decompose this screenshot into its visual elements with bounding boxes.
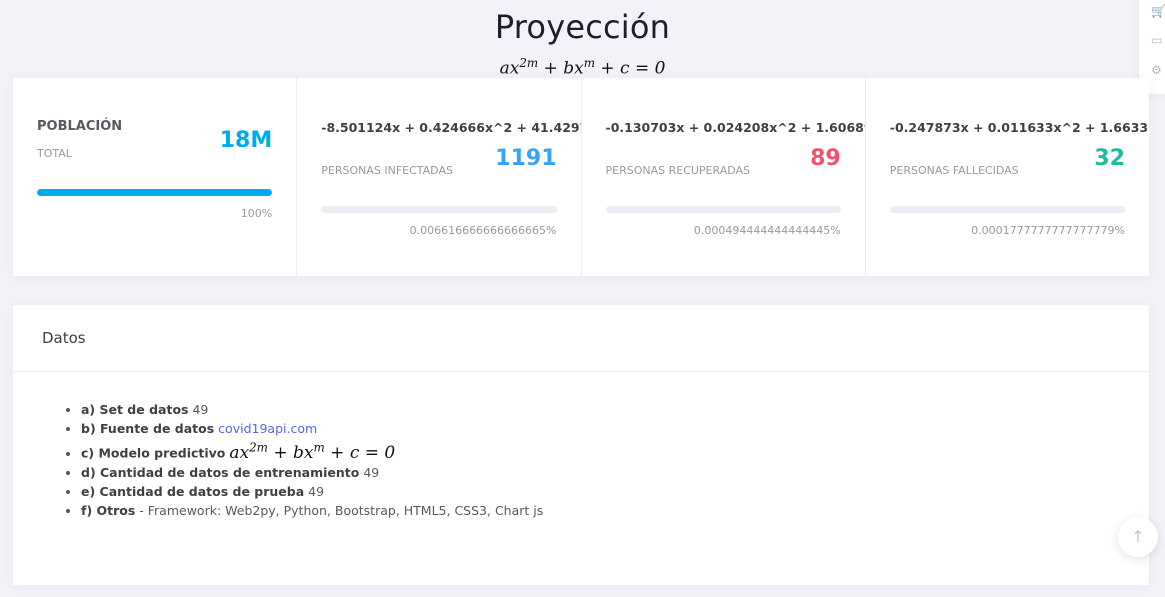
stat-title: POBLACIÓN: [37, 119, 123, 134]
datos-list: a) Set de datos 49 b) Fuente de datos co…: [13, 372, 1149, 520]
item-label: a) Set de datos: [81, 402, 189, 417]
progress-percent: 0.000494444444444445%: [693, 224, 841, 237]
scroll-top-button[interactable]: ↑: [1118, 517, 1158, 557]
stat-deceased: -0.247873x + 0.011633x^2 + 1.663377 PERS…: [866, 78, 1149, 276]
item-value: 49: [359, 464, 380, 480]
datos-card: Datos a) Set de datos 49 b) Fuente de da…: [13, 305, 1149, 585]
stat-infected: -8.501124x + 0.424666x^2 + 41.429778 PER…: [297, 78, 582, 276]
list-item: e) Cantidad de datos de prueba 49: [81, 482, 1149, 501]
model-formula: ax2m + bxm + c = 0: [229, 440, 396, 463]
item-value: 49: [304, 483, 325, 499]
stat-value: 18M: [219, 128, 273, 153]
progress-fill: [37, 189, 273, 196]
page-formula: ax2m + bxm + c = 0: [499, 56, 666, 79]
stat-subtitle: PERSONAS INFECTADAS: [321, 164, 453, 177]
stat-subtitle: TOTAL: [37, 147, 72, 160]
item-value: 49: [188, 402, 209, 417]
progress-bar: [37, 189, 273, 196]
progress-percent: 0.006616666666666665%: [409, 224, 557, 237]
page-title: Proyección: [494, 8, 671, 46]
progress-percent: 100%: [240, 207, 273, 220]
progress-percent: 0.0001777777777777779%: [971, 224, 1125, 237]
list-item: a) Set de datos 49: [81, 400, 1149, 419]
progress-bar: [321, 206, 557, 213]
arrow-up-icon: ↑: [1131, 527, 1145, 546]
stats-card: POBLACIÓN TOTAL 18M 100% -8.501124x + 0.…: [13, 78, 1149, 276]
item-label: d) Cantidad de datos de entrenamiento: [81, 464, 360, 480]
stat-recovered: -0.130703x + 0.024208x^2 + 1.606891 PERS…: [582, 78, 866, 276]
stat-equation: -0.247873x + 0.011633x^2 + 1.663377: [889, 120, 1149, 135]
list-item: c) Modelo predictivo ax2m + bxm + c = 0: [81, 438, 1149, 463]
stat-equation: -8.501124x + 0.424666x^2 + 41.429778: [321, 120, 582, 135]
stat-value: 89: [810, 146, 841, 171]
item-value: - Framework: Web2py, Python, Bootstrap, …: [135, 502, 544, 518]
stat-subtitle: PERSONAS FALLECIDAS: [889, 164, 1019, 177]
stat-equation: -0.130703x + 0.024208x^2 + 1.606891: [605, 120, 866, 135]
item-label: c) Modelo predictivo: [81, 445, 226, 461]
item-label: f) Otros: [81, 502, 136, 518]
stat-value: 32: [1094, 146, 1125, 171]
progress-bar: [889, 206, 1125, 213]
progress-bar: [605, 206, 841, 213]
stat-subtitle: PERSONAS RECUPERADAS: [605, 164, 751, 177]
source-link[interactable]: covid19api.com: [218, 421, 317, 436]
datos-header: Datos: [13, 305, 1149, 372]
stat-population: POBLACIÓN TOTAL 18M 100%: [13, 78, 298, 276]
item-label: e) Cantidad de datos de prueba: [81, 483, 305, 499]
list-item: d) Cantidad de datos de entrenamiento 49: [81, 463, 1149, 482]
list-item: b) Fuente de datos covid19api.com: [81, 419, 1149, 438]
stat-value: 1191: [495, 146, 557, 171]
list-item: f) Otros - Framework: Web2py, Python, Bo…: [81, 501, 1149, 520]
item-label: b) Fuente de datos: [81, 421, 215, 436]
